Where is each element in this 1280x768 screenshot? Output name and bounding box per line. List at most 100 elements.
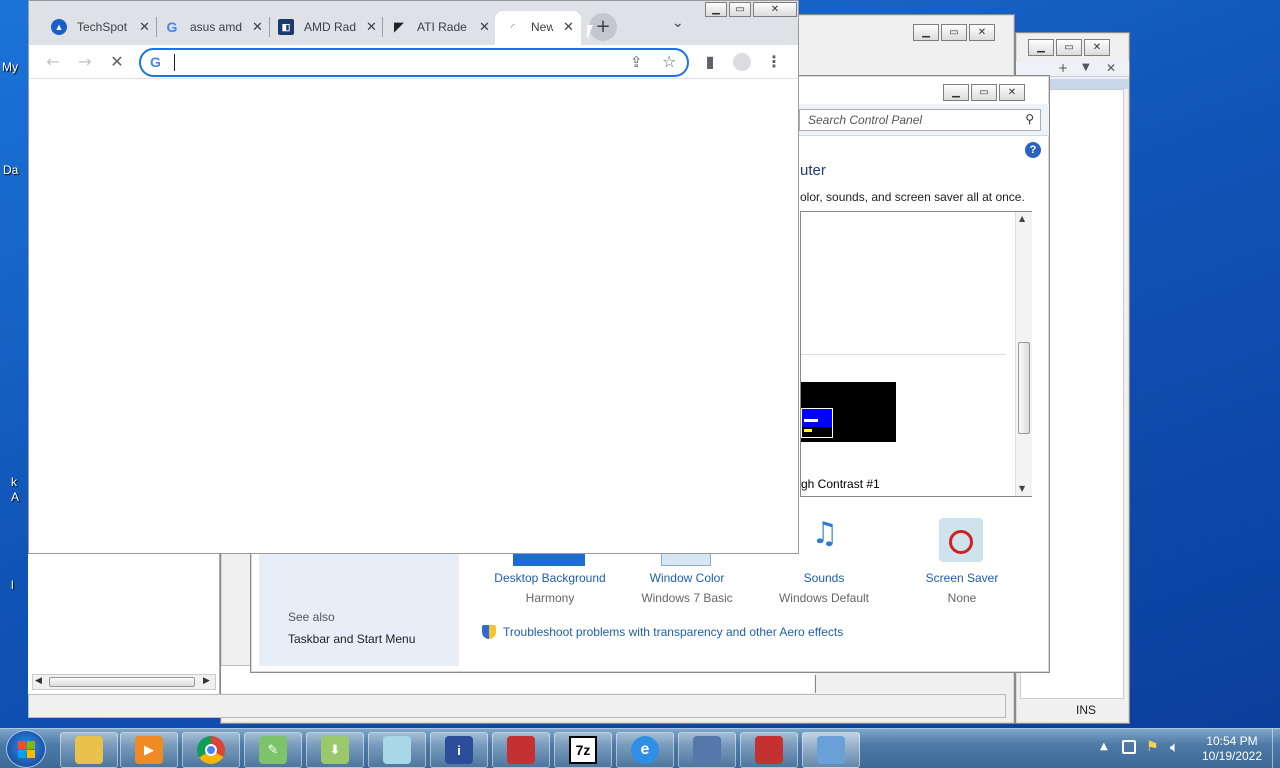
tab-new[interactable]: ◜ New ✕	[505, 11, 574, 43]
search-icon[interactable]: ⚲	[1025, 112, 1034, 126]
close-button[interactable]: ✕	[753, 2, 797, 17]
tray-action-center-icon[interactable]	[1122, 740, 1136, 754]
scroll-right-icon[interactable]: ▶	[203, 676, 210, 686]
minimize-button[interactable]: ▁	[913, 24, 939, 41]
share-icon[interactable]: ⇪	[630, 53, 643, 71]
close-tab-icon[interactable]: ✕	[563, 20, 574, 35]
taskbar-chrome[interactable]	[182, 732, 240, 768]
divider	[815, 675, 816, 693]
techspot-icon: ▲	[51, 19, 67, 35]
dropdown-arrow-icon[interactable]: ▼	[1082, 62, 1090, 73]
plus-icon[interactable]: +	[1058, 61, 1068, 75]
taskbar-explorer[interactable]	[60, 732, 118, 768]
close-tab-icon[interactable]: ✕	[366, 20, 377, 35]
taskbar-monitor-app[interactable]: ✎	[244, 732, 302, 768]
frog-download-icon: ⬇	[321, 736, 349, 764]
desktop-background-item[interactable]: Desktop Background Harmony	[480, 571, 620, 605]
window-color-icon[interactable]	[661, 552, 711, 566]
close-tab-icon[interactable]: ✕	[479, 20, 490, 35]
desktop-label-l[interactable]: l	[11, 578, 14, 592]
scroll-up-icon[interactable]: ▲	[1019, 214, 1025, 223]
clock[interactable]: 10:54 PM 10/19/2022	[1196, 734, 1268, 764]
bookmark-star-icon[interactable]: ☆	[662, 52, 676, 71]
taskbar-toolbox-2[interactable]	[740, 732, 798, 768]
tab-asus-amd[interactable]: G asus amd ✕	[164, 11, 263, 43]
start-button[interactable]	[6, 730, 46, 768]
troubleshoot-link[interactable]: Troubleshoot problems with transparency …	[482, 625, 843, 639]
page-content	[29, 79, 798, 553]
scroll-down-icon[interactable]: ▼	[1019, 484, 1025, 493]
internet-explorer-icon: e	[631, 736, 659, 764]
minimize-button[interactable]: ▁	[943, 84, 969, 101]
tray-volume-icon[interactable]: 🔈︎	[1170, 738, 1179, 756]
close-tab-icon[interactable]: ✕	[252, 20, 263, 35]
taskbar-media-player[interactable]: ▶	[120, 732, 178, 768]
sounds-item[interactable]: Sounds Windows Default	[754, 571, 894, 605]
desktop-background-link[interactable]: Desktop Background	[480, 571, 620, 585]
desktop-label-a[interactable]: A	[11, 490, 19, 504]
menu-kebab-icon[interactable]: ⋮	[763, 51, 785, 73]
screen-saver-link[interactable]: Screen Saver	[892, 571, 1032, 585]
google-icon: G	[166, 19, 178, 35]
close-tab-icon[interactable]: ✕	[139, 20, 150, 35]
desktop-label-my-computer[interactable]: My	[2, 60, 18, 74]
tab-ati-radeon[interactable]: ◤ ATI Rade ✕	[391, 11, 490, 43]
tab-techspot[interactable]: ▲ TechSpot ✕	[51, 11, 150, 43]
desktop-label-k[interactable]: k	[11, 475, 17, 489]
window-color-item[interactable]: Window Color Windows 7 Basic	[617, 571, 757, 605]
media-player-icon: ▶	[135, 736, 163, 764]
show-desktop-button[interactable]	[1272, 729, 1280, 768]
taskbar-downloader[interactable]: ⬇	[306, 732, 364, 768]
theme-list-scrollbar[interactable]: ▲ ▼	[1015, 212, 1032, 496]
search-control-panel-input[interactable]: Search Control Panel ⚲	[799, 109, 1041, 131]
window-color-link[interactable]: Window Color	[617, 571, 757, 585]
screen-saver-item[interactable]: Screen Saver None	[892, 571, 1032, 605]
tab-amd-radeon[interactable]: ◧ AMD Rad ✕	[278, 11, 377, 43]
close-button[interactable]: ✕	[1084, 39, 1110, 56]
tab-search-chevron-icon[interactable]: ⌄	[672, 15, 684, 31]
theme-list[interactable]: gh Contrast #1 ▲ ▼	[800, 211, 1032, 497]
help-icon[interactable]: ?	[1025, 142, 1041, 158]
troubleshoot-text[interactable]: Troubleshoot problems with transparency …	[503, 625, 843, 639]
desktop-background-icon[interactable]	[513, 552, 585, 566]
sounds-link[interactable]: Sounds	[754, 571, 894, 585]
maximize-button[interactable]: ▭	[729, 2, 751, 17]
close-button[interactable]: ✕	[999, 84, 1025, 101]
desktop-label-data[interactable]: Da	[3, 163, 18, 177]
maximize-button[interactable]: ▭	[1056, 39, 1082, 56]
stop-loading-icon[interactable]: ✕	[106, 51, 128, 73]
horizontal-scrollbar[interactable]: ◀ ▶	[32, 674, 216, 690]
taskbar-network[interactable]	[678, 732, 736, 768]
address-bar-input[interactable]: G ⇪ ☆	[139, 48, 689, 77]
tray-flag-icon[interactable]: ⚑	[1146, 739, 1159, 755]
taskbar-start-menu-link[interactable]: Taskbar and Start Menu	[288, 632, 415, 646]
taskbar-notepad[interactable]	[368, 732, 426, 768]
minimize-button[interactable]: ▁	[705, 2, 727, 17]
theme-scroll-thumb[interactable]	[1018, 342, 1030, 434]
screen-saver-icon[interactable]	[939, 518, 983, 562]
forward-arrow-icon[interactable]: →	[74, 51, 96, 73]
show-hidden-icons-arrow[interactable]: ▲	[1100, 741, 1108, 752]
taskbar-system-info[interactable]: i	[430, 732, 488, 768]
minimize-button[interactable]: ▁	[1028, 39, 1054, 56]
close-button[interactable]: ✕	[969, 24, 995, 41]
profile-avatar-icon[interactable]	[731, 51, 753, 73]
maximize-button[interactable]: ▭	[971, 84, 997, 101]
maximize-button[interactable]: ▭	[941, 24, 967, 41]
theme-thumbnail[interactable]	[801, 382, 896, 442]
new-tab-button[interactable]: +	[589, 13, 617, 41]
scroll-left-icon[interactable]: ◀	[35, 676, 42, 686]
windows-logo-icon	[18, 741, 26, 749]
side-panel-icon[interactable]: ▮	[699, 51, 721, 73]
back-arrow-icon[interactable]: ←	[42, 51, 64, 73]
scroll-thumb[interactable]	[49, 677, 195, 687]
taskbar-7zip[interactable]: 7z	[554, 732, 612, 768]
close-tab-icon[interactable]: ✕	[1106, 61, 1116, 75]
taskbar-control-panel[interactable]	[802, 732, 860, 768]
taskbar-internet-explorer[interactable]: e	[616, 732, 674, 768]
sounds-icon[interactable]: ♫	[800, 516, 850, 564]
taskbar-toolbox[interactable]	[492, 732, 550, 768]
7zip-icon: 7z	[569, 736, 597, 764]
see-also-heading: See also	[288, 610, 335, 624]
shield-icon	[482, 625, 496, 639]
